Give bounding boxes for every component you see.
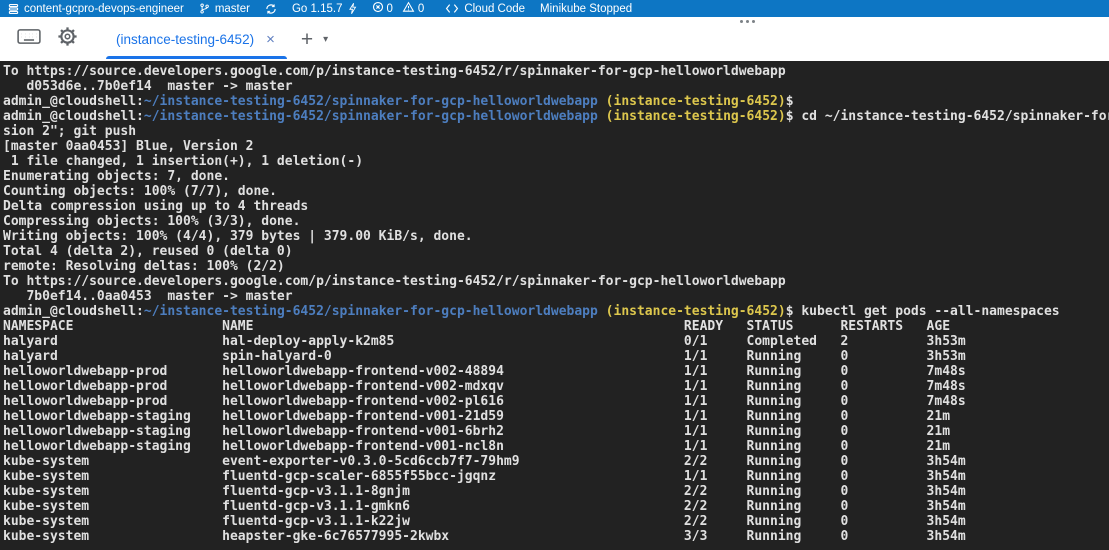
pods-table-row: halyard hal-deploy-apply-k2m85 0/1 Compl… bbox=[3, 334, 1109, 349]
pods-table-row: halyard spin-halyard-0 1/1 Running 0 3h5… bbox=[3, 349, 1109, 364]
prompt-line: admin_@cloudshell:~/instance-testing-645… bbox=[3, 304, 1109, 319]
sync-refresh-icon bbox=[265, 3, 277, 15]
prompt-line: admin_@cloudshell:~/instance-testing-645… bbox=[3, 109, 1109, 124]
statusbar-minikube-item[interactable]: Minikube Stopped bbox=[540, 3, 632, 15]
database-stack-icon bbox=[8, 3, 19, 15]
statusbar-cloud-code-item[interactable]: Cloud Code bbox=[445, 3, 525, 15]
pods-table-row: helloworldwebapp-staging helloworldwebap… bbox=[3, 439, 1109, 454]
pods-table-row: helloworldwebapp-prod helloworldwebapp-f… bbox=[3, 379, 1109, 394]
terminal-output[interactable]: To https://source.developers.google.com/… bbox=[0, 61, 1109, 550]
statusbar-project-item[interactable]: content-gcpro-devops-engineer bbox=[8, 3, 184, 15]
pods-header-row: NAMESPACE NAME READY STATUS RESTARTS AGE bbox=[3, 319, 1109, 334]
pods-table-row: kube-system fluentd-gcp-v3.1.1-gmkn6 2/2… bbox=[3, 499, 1109, 514]
pods-table-row: helloworldwebapp-staging helloworldwebap… bbox=[3, 424, 1109, 439]
pods-table-row: helloworldwebapp-staging helloworldwebap… bbox=[3, 409, 1109, 424]
keyboard-shortcuts-button[interactable] bbox=[14, 24, 44, 54]
go-version-label: Go 1.15.7 bbox=[292, 3, 343, 15]
pods-table-row: kube-system heapster-gke-6c76577995-2kwb… bbox=[3, 529, 1109, 544]
panel-more-options-handle[interactable] bbox=[740, 20, 755, 23]
output-line: remote: Resolving deltas: 100% (2/2) bbox=[3, 259, 1109, 274]
output-line: 7b0ef14..0aa0453 master -> master bbox=[3, 289, 1109, 304]
terminal-settings-button[interactable] bbox=[52, 24, 82, 54]
keyboard-icon bbox=[17, 28, 41, 50]
output-line: Enumerating objects: 7, done. bbox=[3, 169, 1109, 184]
tab-close-icon[interactable]: × bbox=[264, 32, 277, 47]
active-tab-underline bbox=[106, 56, 287, 59]
branch-label: master bbox=[215, 3, 250, 15]
pods-table-row: kube-system fluentd-gcp-v3.1.1-k22jw 2/2… bbox=[3, 514, 1109, 529]
output-line: Counting objects: 100% (7/7), done. bbox=[3, 184, 1109, 199]
code-brackets-icon bbox=[445, 3, 459, 14]
new-terminal-tab-button[interactable]: + bbox=[301, 29, 313, 50]
terminal-tab-label: (instance-testing-6452) bbox=[116, 32, 254, 47]
statusbar-go-version-item[interactable]: Go 1.15.7 bbox=[292, 2, 357, 15]
output-line: sion 2"; git push bbox=[3, 124, 1109, 139]
editor-status-bar: content-gcpro-devops-engineer master Go … bbox=[0, 0, 1109, 17]
warning-triangle-icon bbox=[402, 1, 415, 16]
error-count: 0 bbox=[387, 3, 393, 15]
output-line: Writing objects: 100% (4/4), 379 bytes |… bbox=[3, 229, 1109, 244]
output-line: [master 0aa0453] Blue, Version 2 bbox=[3, 139, 1109, 154]
lightning-bolt-icon bbox=[348, 2, 357, 15]
pods-table-row: kube-system event-exporter-v0.3.0-5cd6cc… bbox=[3, 454, 1109, 469]
output-line: Compressing objects: 100% (3/3), done. bbox=[3, 214, 1109, 229]
terminal-tab-instance-testing-6452[interactable]: (instance-testing-6452) × bbox=[106, 17, 287, 61]
gear-icon bbox=[57, 26, 78, 52]
output-line: d053d6e..7b0ef14 master -> master bbox=[3, 79, 1109, 94]
terminal-tab-bar: (instance-testing-6452) × + ▾ bbox=[0, 17, 1109, 61]
output-line: To https://source.developers.google.com/… bbox=[3, 274, 1109, 289]
project-label: content-gcpro-devops-engineer bbox=[24, 3, 184, 15]
pods-table-row: helloworldwebapp-prod helloworldwebapp-f… bbox=[3, 364, 1109, 379]
statusbar-problems-item[interactable]: 0 0 bbox=[372, 1, 431, 16]
error-circle-icon bbox=[372, 1, 384, 16]
prompt-line: admin_@cloudshell:~/instance-testing-645… bbox=[3, 94, 1109, 109]
pods-table-row: helloworldwebapp-prod helloworldwebapp-f… bbox=[3, 394, 1109, 409]
pods-table-row: kube-system fluentd-gcp-v3.1.1-8gnjm 2/2… bbox=[3, 484, 1109, 499]
output-line: To https://source.developers.google.com/… bbox=[3, 64, 1109, 79]
output-line: Total 4 (delta 2), reused 0 (delta 0) bbox=[3, 244, 1109, 259]
cloud-code-label: Cloud Code bbox=[464, 3, 525, 15]
output-line: Delta compression using up to 4 threads bbox=[3, 199, 1109, 214]
tab-options-caret-icon[interactable]: ▾ bbox=[323, 34, 328, 45]
statusbar-sync-item[interactable] bbox=[265, 3, 277, 15]
git-branch-icon bbox=[199, 2, 210, 15]
output-line: 1 file changed, 1 insertion(+), 1 deleti… bbox=[3, 154, 1109, 169]
pods-table-row: kube-system fluentd-gcp-scaler-6855f55bc… bbox=[3, 469, 1109, 484]
statusbar-branch-item[interactable]: master bbox=[199, 2, 250, 15]
warning-count: 0 bbox=[418, 3, 424, 15]
minikube-status-label: Minikube Stopped bbox=[540, 3, 632, 15]
